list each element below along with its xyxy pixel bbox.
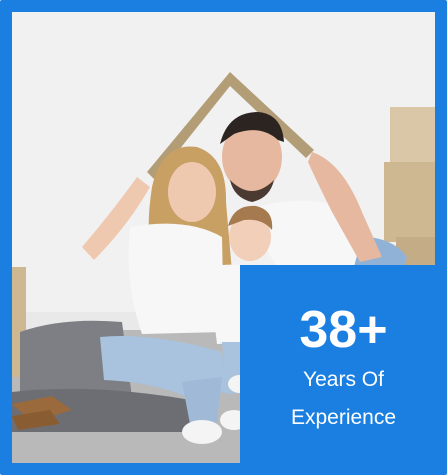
experience-badge: 38+ Years Of Experience xyxy=(240,265,435,463)
badge-label-line1: Years Of xyxy=(303,368,384,391)
badge-label-line2: Experience xyxy=(290,406,397,429)
years-count: 38+ xyxy=(299,301,388,359)
experience-card: 38+ Years Of Experience xyxy=(0,0,447,475)
